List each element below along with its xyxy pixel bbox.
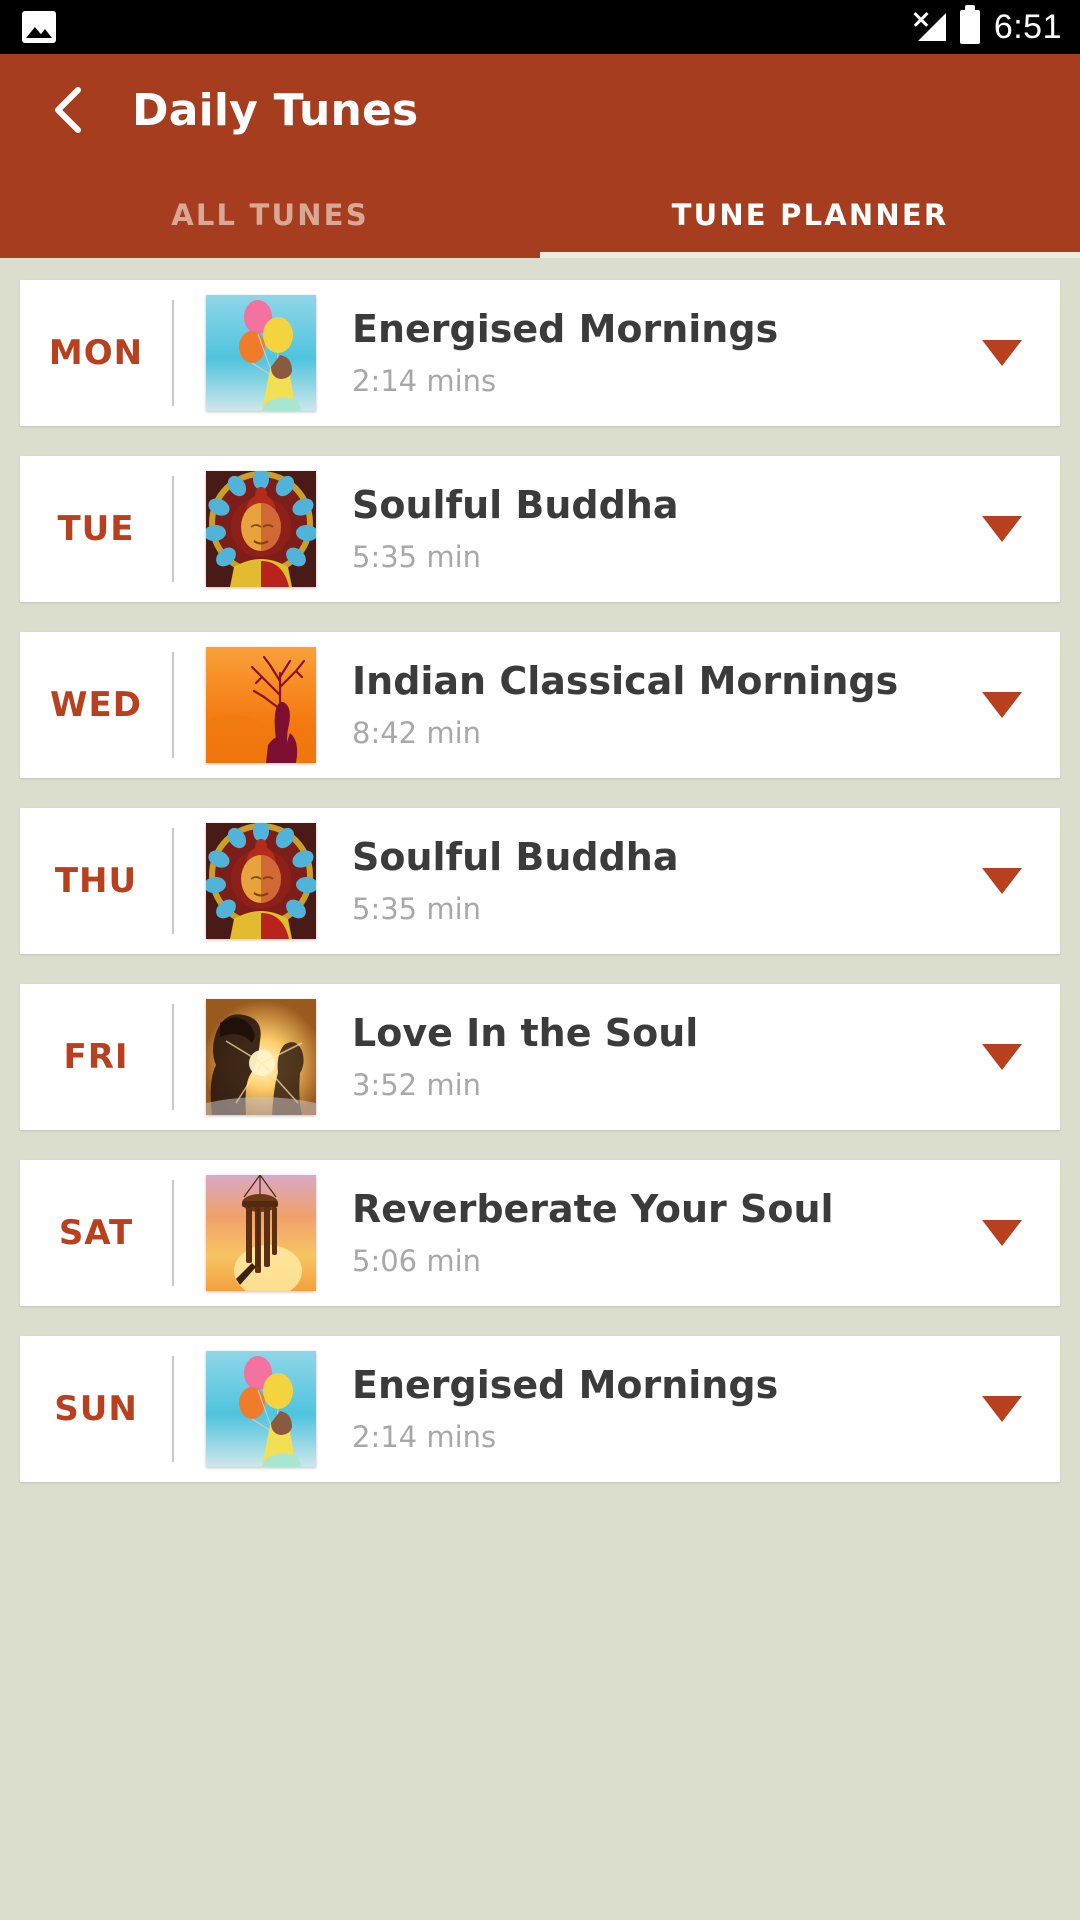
day-label: WED [50,685,142,725]
tab-tune-planner[interactable]: TUNE PLANNER [540,172,1080,258]
back-chevron-icon[interactable] [44,84,96,136]
row-divider [172,1004,174,1110]
tune-duration: 5:06 min [352,1243,482,1278]
planner-row[interactable]: FRI Love In the Soul 3:52 min [20,984,1060,1130]
chevron-down-icon[interactable] [944,516,1060,542]
planner-row[interactable]: SUN Energised Mornings 2:14 mins [20,1336,1060,1482]
tune-title: Love In the Soul [352,1011,699,1056]
tune-info: Love In the Soul 3:52 min [352,1011,944,1102]
tune-artwork-balloons [206,1351,316,1467]
tune-artwork-sunset-tree [206,647,316,763]
battery-icon [959,5,980,44]
chevron-down-icon[interactable] [944,1220,1060,1246]
tune-duration: 8:42 min [352,715,482,750]
tune-planner-list: MON Energised Mornings 2:14 mins TUE Sou… [0,258,1080,1482]
status-bar-left [22,11,56,43]
signal-no-service-icon [910,9,946,45]
tab-bar: ALL TUNES TUNE PLANNER [0,172,1080,258]
app-bar: Daily Tunes ALL TUNES TUNE PLANNER [0,54,1080,258]
tune-duration: 3:52 min [352,1067,482,1102]
row-divider [172,1180,174,1286]
row-divider [172,652,174,758]
tune-title: Indian Classical Mornings [352,659,899,704]
day-label: TUE [57,509,135,549]
day-label: SAT [58,1213,134,1253]
planner-row[interactable]: TUE Soulful Buddha 5:35 min [20,456,1060,602]
tune-info: Energised Mornings 2:14 mins [352,307,944,398]
photo-icon [22,11,56,43]
row-divider [172,1356,174,1462]
planner-row[interactable]: MON Energised Mornings 2:14 mins [20,280,1060,426]
tune-info: Energised Mornings 2:14 mins [352,1363,944,1454]
row-divider [172,300,174,406]
day-label: SUN [54,1389,138,1429]
page-title: Daily Tunes [132,84,419,136]
tune-artwork-buddha [206,471,316,587]
chevron-down-icon[interactable] [944,692,1060,718]
tune-duration: 2:14 mins [352,1419,497,1454]
tune-artwork-couple-sunset [206,999,316,1115]
tune-artwork-buddha [206,823,316,939]
chevron-down-icon[interactable] [944,1396,1060,1422]
tune-title: Energised Mornings [352,307,779,352]
status-bar-clock: 6:51 [993,7,1062,46]
row-divider [172,476,174,582]
status-bar-right: 6:51 [910,5,1062,47]
tune-title: Soulful Buddha [352,835,679,880]
tune-info: Soulful Buddha 5:35 min [352,483,944,574]
app-bar-top-row: Daily Tunes [0,54,1080,136]
status-bar: 6:51 [0,0,1080,54]
tune-title: Reverberate Your Soul [352,1187,834,1232]
chevron-down-icon[interactable] [944,868,1060,894]
chevron-down-icon[interactable] [944,340,1060,366]
planner-row[interactable]: SAT Reverberate Your Soul 5:06 min [20,1160,1060,1306]
tab-all-tunes[interactable]: ALL TUNES [0,172,540,258]
tune-duration: 2:14 mins [352,363,497,398]
tune-duration: 5:35 min [352,891,482,926]
day-label: MON [48,333,144,373]
chevron-down-icon[interactable] [944,1044,1060,1070]
day-label: FRI [63,1037,129,1077]
tune-artwork-balloons [206,295,316,411]
tune-title: Energised Mornings [352,1363,779,1408]
planner-row[interactable]: WED Indian Classical Mornings 8:42 min [20,632,1060,778]
row-divider [172,828,174,934]
tune-info: Indian Classical Mornings 8:42 min [352,659,944,750]
planner-row[interactable]: THU Soulful Buddha 5:35 min [20,808,1060,954]
tune-title: Soulful Buddha [352,483,679,528]
tune-info: Soulful Buddha 5:35 min [352,835,944,926]
tune-info: Reverberate Your Soul 5:06 min [352,1187,944,1278]
tune-artwork-windchime [206,1175,316,1291]
tune-duration: 5:35 min [352,539,482,574]
day-label: THU [54,861,138,901]
